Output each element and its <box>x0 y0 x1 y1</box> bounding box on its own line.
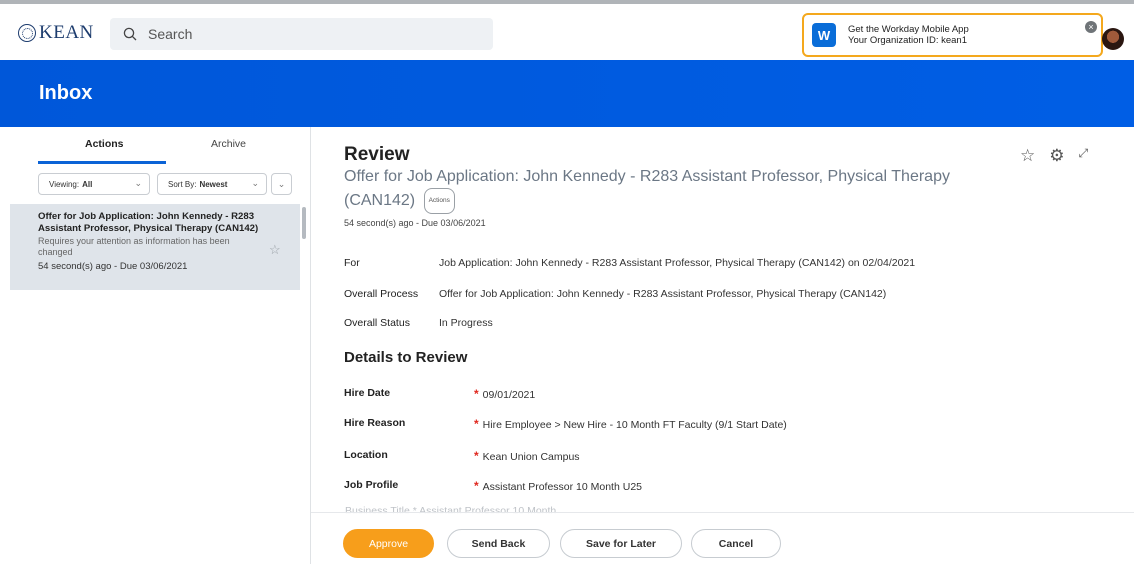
expand-icon[interactable]: ⤢ <box>1079 146 1089 166</box>
detail-value-text: Kean Union Campus <box>482 451 580 463</box>
banner-title: Get the Workday Mobile App <box>848 24 969 35</box>
page-title: Inbox <box>39 82 93 104</box>
send-back-button[interactable]: Send Back <box>447 529 550 558</box>
save-for-later-button[interactable]: Save for Later <box>560 529 682 558</box>
viewing-value: All <box>82 179 93 189</box>
chevron-down-icon: ⌄ <box>251 178 259 188</box>
tab-actions[interactable]: Actions <box>85 138 124 150</box>
actions-button[interactable]: Actions <box>423 188 455 214</box>
inbox-tabs: Actions Archive <box>0 127 311 164</box>
detail-label: Job Profile <box>344 479 399 491</box>
mobile-app-banner[interactable]: W Get the Workday Mobile App Your Organi… <box>802 13 1103 57</box>
kean-logo[interactable]: KEAN <box>18 22 94 44</box>
detail-label: Location <box>344 449 388 461</box>
field-label: Overall Status <box>344 317 410 329</box>
timestamp: 54 second(s) ago - Due 03/06/2021 <box>344 218 486 228</box>
action-bar: Approve Send Back Save for Later Cancel <box>311 512 1134 564</box>
scrollbar[interactable] <box>302 207 306 239</box>
inbox-list-pane: Actions Archive Viewing: All ⌄ Sort By: … <box>0 127 311 564</box>
detail-value-text: 09/01/2021 <box>482 389 536 401</box>
star-icon[interactable]: ☆ <box>1020 146 1035 166</box>
inbox-header: Inbox <box>0 60 1134 127</box>
detail-label: Hire Reason <box>344 417 406 429</box>
detail-value[interactable]: * Kean Union Campus <box>474 449 580 463</box>
top-bar: KEAN W Get the Workday Mobile App Your O… <box>0 0 1134 60</box>
field-label: For <box>344 257 360 269</box>
item-due: 54 second(s) ago - Due 03/06/2021 <box>38 261 188 272</box>
field-value: Job Application: John Kennedy - R283 Ass… <box>439 257 916 269</box>
required-icon: * <box>474 417 479 431</box>
detail-value[interactable]: * Hire Employee > New Hire - 10 Month FT … <box>474 417 787 431</box>
review-pane: Review ☆ ⚙ ⤢ Offer for Job Application: … <box>311 127 1134 564</box>
search-icon <box>123 27 137 41</box>
field-value: In Progress <box>439 317 493 329</box>
close-icon[interactable]: × <box>1085 21 1097 33</box>
banner-subtitle: Your Organization ID: kean1 <box>848 35 968 46</box>
sort-value: Newest <box>199 179 228 189</box>
workday-logo-icon: W <box>812 23 836 47</box>
star-icon[interactable]: ☆ <box>269 242 281 258</box>
required-icon: * <box>474 479 479 493</box>
more-filters-button[interactable]: ⌄ <box>271 173 292 195</box>
details-title: Details to Review <box>344 349 468 366</box>
search-bar[interactable] <box>110 18 493 50</box>
cancel-button[interactable]: Cancel <box>691 529 781 558</box>
detail-value-text: Assistant Professor 10 Month U25 <box>482 481 642 493</box>
field-label: Overall Process <box>344 288 419 300</box>
detail-value[interactable]: * Assistant Professor 10 Month U25 <box>474 479 642 493</box>
sort-label: Sort By: <box>168 179 197 189</box>
logo-text: KEAN <box>39 22 94 43</box>
active-tab-indicator <box>38 161 166 164</box>
item-title: Offer for Job Application: John Kennedy … <box>38 211 259 234</box>
review-title: Review <box>344 144 410 165</box>
avatar[interactable] <box>1102 28 1124 50</box>
gear-icon[interactable]: ⚙ <box>1049 146 1064 166</box>
detail-value[interactable]: * 09/01/2021 <box>474 387 535 401</box>
viewing-filter[interactable]: Viewing: All ⌄ <box>38 173 150 195</box>
approve-button[interactable]: Approve <box>343 529 434 558</box>
kean-seal-icon <box>18 24 36 42</box>
item-description: Requires your attention as information h… <box>38 236 230 257</box>
detail-label: Hire Date <box>344 387 391 399</box>
required-icon: * <box>474 449 479 463</box>
detail-value-text: Hire Employee > New Hire - 10 Month FT F… <box>482 419 787 431</box>
header-actions: ☆ ⚙ ⤢ <box>1020 146 1088 166</box>
review-subtitle: Offer for Job Application: John Kennedy … <box>344 166 964 214</box>
search-input[interactable] <box>148 26 448 42</box>
tab-archive[interactable]: Archive <box>211 138 246 150</box>
field-value: Offer for Job Application: John Kennedy … <box>439 288 887 300</box>
required-icon: * <box>474 387 479 401</box>
sort-filter[interactable]: Sort By: Newest ⌄ <box>157 173 267 195</box>
banner-text: Get the Workday Mobile App Your Organiza… <box>848 24 969 46</box>
viewing-label: Viewing: <box>49 179 80 189</box>
list-item[interactable]: Offer for Job Application: John Kennedy … <box>10 204 300 290</box>
chevron-down-icon: ⌄ <box>134 178 142 188</box>
